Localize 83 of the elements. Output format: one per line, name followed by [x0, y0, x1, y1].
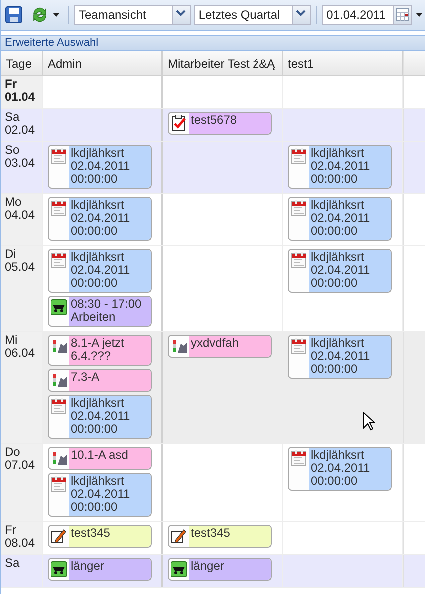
- chart-icon: [51, 338, 67, 354]
- event-card[interactable]: lkdjlähksrt 02.04.2011 00:00:00: [48, 249, 152, 293]
- day-cell: Do 07.04: [1, 444, 43, 521]
- event-card[interactable]: lkdjlähksrt 02.04.2011 00:00:00: [288, 249, 392, 293]
- event-card[interactable]: lkdjlähksrt 02.04.2011 00:00:00: [288, 447, 392, 491]
- calendar-icon: [51, 398, 67, 414]
- event-card[interactable]: 10.1-A asd: [48, 447, 152, 470]
- caret-icon[interactable]: [416, 13, 423, 17]
- event-card[interactable]: yxdvdfah: [168, 335, 272, 358]
- view-dropdown[interactable]: Teamansicht: [74, 5, 191, 25]
- event-card[interactable]: test345: [168, 525, 272, 548]
- event-card[interactable]: 08:30 - 17:00 Arbeiten: [48, 296, 152, 327]
- calendar-icon: [291, 200, 307, 216]
- event-card[interactable]: lkdjlähksrt 02.04.2011 00:00:00: [48, 473, 152, 517]
- event-card[interactable]: länger: [48, 558, 152, 581]
- event-text: test345: [191, 527, 232, 540]
- period-dropdown[interactable]: Letztes Quartal: [194, 5, 311, 25]
- table-row[interactable]: Fr 08.04 test345 test345: [1, 522, 425, 555]
- event-card[interactable]: lkdjlähksrt 02.04.2011 00:00:00: [288, 197, 392, 241]
- calendar-icon: [291, 338, 307, 354]
- clipboard-check-icon: [171, 115, 187, 131]
- table-row[interactable]: Do 07.04 10.1-A asd lkdjlähksrt 02.04.2011 00:00:00 lkdjlähksrt 02.04.2011 00:00:00: [1, 444, 425, 522]
- column-header[interactable]: Admin: [43, 51, 163, 75]
- event-text: lkdjlähksrt 02.04.2011 00:00:00: [71, 397, 132, 436]
- event-card[interactable]: test345: [48, 525, 152, 548]
- chart-icon: [51, 372, 67, 388]
- event-text: test345: [71, 527, 112, 540]
- save-icon[interactable]: [5, 6, 23, 24]
- event-text: 7.3-A: [71, 371, 101, 384]
- event-text: lkdjlähksrt 02.04.2011 00:00:00: [71, 199, 132, 238]
- event-text: 08:30 - 17:00 Arbeiten: [71, 298, 143, 324]
- event-text: lkdjlähksrt 02.04.2011 00:00:00: [311, 251, 372, 290]
- event-text: länger: [71, 560, 106, 573]
- event-card[interactable]: 7.3-A: [48, 369, 152, 392]
- event-text: länger: [191, 560, 226, 573]
- table-row[interactable]: Sa länger länger: [1, 555, 425, 588]
- calendar-icon: [51, 252, 67, 268]
- event-text: lkdjlähksrt 02.04.2011 00:00:00: [71, 147, 132, 186]
- calendar-icon: [291, 148, 307, 164]
- event-text: lkdjlähksrt 02.04.2011 00:00:00: [311, 147, 372, 186]
- calendar-icon: [291, 450, 307, 466]
- column-header[interactable]: Mitarbeiter Test ź&Ą: [163, 51, 283, 75]
- event-card[interactable]: lkdjlähksrt 02.04.2011 00:00:00: [288, 335, 392, 379]
- calendar-icon[interactable]: [396, 8, 410, 22]
- event-card[interactable]: lkdjlähksrt 02.04.2011 00:00:00: [48, 145, 152, 189]
- table-row[interactable]: Mo 04.04 lkdjlähksrt 02.04.2011 00:00:00 lkdjlähksrt 02.04.2011 00:00:00: [1, 194, 425, 246]
- event-card[interactable]: test5678: [168, 112, 272, 135]
- event-text: lkdjlähksrt 02.04.2011 00:00:00: [71, 251, 132, 290]
- column-header[interactable]: test1: [283, 51, 403, 75]
- event-text: 8.1-A jetzt 6.4.???: [71, 337, 126, 363]
- calendar-icon: [51, 476, 67, 492]
- event-text: yxdvdfah: [191, 337, 240, 350]
- table-row[interactable]: Di 05.04 lkdjlähksrt 02.04.2011 00:00:00 08:30 - 17:00 Arbeiten lkdjlähksrt 02.04.2011 00:00:00: [1, 246, 425, 332]
- pencil-note-icon: [51, 528, 67, 544]
- event-text: lkdjlähksrt 02.04.2011 00:00:00: [311, 449, 372, 488]
- calendar-icon: [51, 148, 67, 164]
- chart-icon: [51, 450, 67, 466]
- calendar-icon: [51, 200, 67, 216]
- event-text: lkdjlähksrt 02.04.2011 00:00:00: [71, 475, 132, 514]
- table-row[interactable]: Mi 06.04 8.1-A jetzt 6.4.??? 7.3-A lkdjlähksrt 02.04.2011 00:00:00 yxdvdfah lkdjlähksrt 02.04.2011 00:00:00: [1, 332, 425, 444]
- event-text: 10.1-A asd: [71, 449, 130, 462]
- pencil-note-icon: [171, 528, 187, 544]
- day-cell: Di 05.04: [1, 246, 43, 331]
- event-text: test5678: [191, 114, 238, 127]
- event-card[interactable]: lkdjlähksrt 02.04.2011 00:00:00: [288, 145, 392, 189]
- event-card[interactable]: länger: [168, 558, 272, 581]
- caret-icon: [53, 13, 60, 17]
- date-field[interactable]: 01.04.2011: [322, 5, 412, 25]
- event-text: lkdjlähksrt 02.04.2011 00:00:00: [311, 337, 372, 376]
- day-cell: Fr 01.04: [1, 76, 43, 108]
- table-row[interactable]: So 03.04 lkdjlähksrt 02.04.2011 00:00:00 lkdjlähksrt 02.04.2011 00:00:00: [1, 142, 425, 194]
- chart-icon: [171, 338, 187, 354]
- day-cell: Fr 08.04: [1, 522, 43, 554]
- day-cell: Mo 04.04: [1, 194, 43, 245]
- table-row[interactable]: Sa 02.04 test5678: [1, 109, 425, 142]
- event-card[interactable]: lkdjlähksrt 02.04.2011 00:00:00: [48, 197, 152, 241]
- calendar-icon: [291, 252, 307, 268]
- refresh-icon: [31, 6, 49, 24]
- event-card[interactable]: lkdjlähksrt 02.04.2011 00:00:00: [48, 395, 152, 439]
- event-text: lkdjlähksrt 02.04.2011 00:00:00: [311, 199, 372, 238]
- event-card[interactable]: 8.1-A jetzt 6.4.???: [48, 335, 152, 366]
- panel-header[interactable]: Erweiterte Auswahl: [1, 35, 425, 51]
- column-header[interactable]: Tage: [1, 51, 43, 75]
